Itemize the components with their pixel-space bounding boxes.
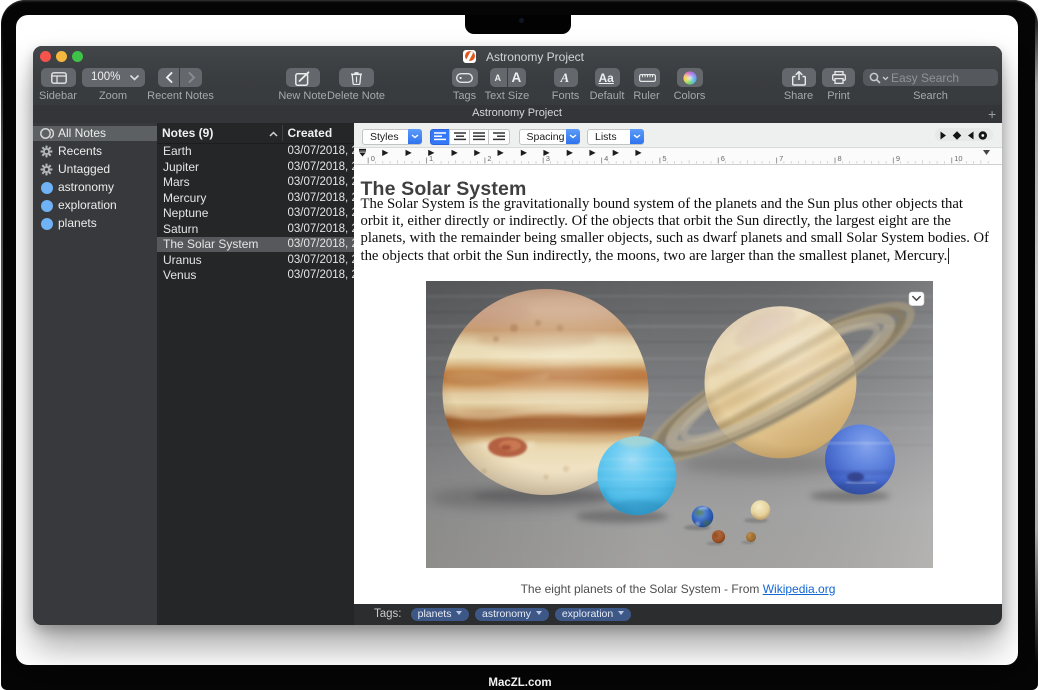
svg-text:7: 7 xyxy=(779,154,783,163)
svg-text:3: 3 xyxy=(546,154,550,163)
svg-text:5: 5 xyxy=(662,154,666,163)
svg-text:9: 9 xyxy=(896,154,900,163)
svg-text:6: 6 xyxy=(721,154,725,163)
svg-text:1: 1 xyxy=(429,154,433,163)
svg-text:4: 4 xyxy=(604,154,608,163)
svg-text:8: 8 xyxy=(838,154,842,163)
svg-text:10: 10 xyxy=(954,154,962,163)
svg-text:2: 2 xyxy=(487,154,491,163)
svg-text:0: 0 xyxy=(371,154,375,163)
